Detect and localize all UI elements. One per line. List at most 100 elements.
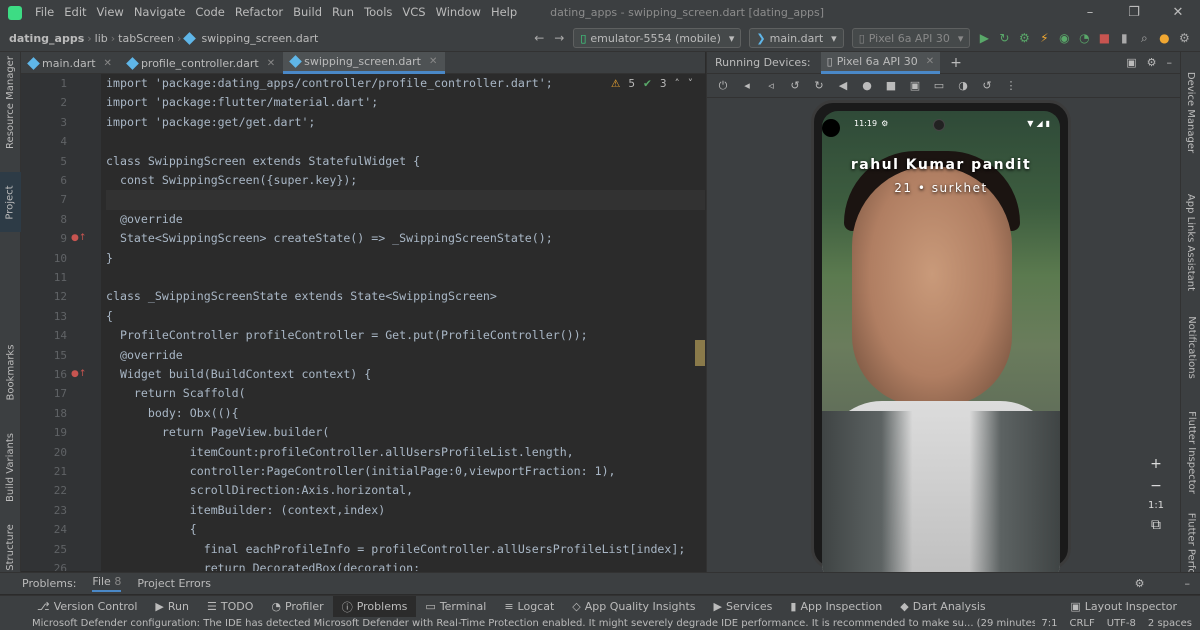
code-line[interactable]: } xyxy=(106,249,113,268)
code-line[interactable]: return DecoratedBox(decoration: xyxy=(106,559,420,571)
menu-view[interactable]: View xyxy=(92,0,129,25)
notifications-tab[interactable]: Notifications xyxy=(1181,307,1200,387)
breadcrumb-tabscreen[interactable]: tabScreen xyxy=(115,32,177,45)
reset-icon[interactable]: ↺ xyxy=(979,78,995,94)
code-line[interactable]: final eachProfileInfo = profileControlle… xyxy=(106,540,686,559)
device-manager-tab[interactable]: Device Manager xyxy=(1181,62,1200,162)
profiler-tab[interactable]: ◔ Profiler xyxy=(262,596,332,618)
code-editor[interactable]: 1 2 3 4 5 6 7 8 9 10 11 12 13 14 15 16 17 18 19 20 21 22 23 24 2… xyxy=(21,74,705,571)
caret-position[interactable]: 7:1 xyxy=(1041,618,1057,629)
code-line[interactable]: itemCount:profileController.allUsersProf… xyxy=(106,443,574,462)
menu-file[interactable]: File xyxy=(30,0,59,25)
todo-tab[interactable]: ☰ TODO xyxy=(198,596,262,618)
attach-debugger-icon[interactable]: ◉ xyxy=(1054,28,1074,48)
menu-build[interactable]: Build xyxy=(288,0,327,25)
app-quality-insights-tab[interactable]: ◇ App Quality Insights xyxy=(563,596,704,618)
menu-edit[interactable]: Edit xyxy=(59,0,91,25)
profile-icon[interactable]: ◔ xyxy=(1074,28,1094,48)
code-line[interactable]: @override xyxy=(106,210,183,229)
emulator-screen[interactable]: 11:19 ⚙ ▼ ◢ ▮ rahul Kumar pandit 21 • su… xyxy=(822,111,1060,581)
tab-main-dart[interactable]: main.dart ✕ xyxy=(21,52,120,74)
add-device-icon[interactable]: + xyxy=(950,55,962,71)
code-line[interactable]: Widget build(BuildContext context) { xyxy=(106,365,371,384)
terminal-tab[interactable]: ▭ Terminal xyxy=(416,596,495,618)
dart-analysis-tab[interactable]: ◆ Dart Analysis xyxy=(891,596,994,618)
override-marker-icon[interactable]: ●↑ xyxy=(71,233,86,243)
power-icon[interactable]: ⏻ xyxy=(715,78,731,94)
menu-tools[interactable]: Tools xyxy=(359,0,397,25)
menu-code[interactable]: Code xyxy=(190,0,229,25)
breadcrumb-file[interactable]: swipping_screen.dart xyxy=(198,32,321,45)
tab-swipping-screen[interactable]: swipping_screen.dart ✕ xyxy=(283,52,446,74)
indent-setting[interactable]: 2 spaces xyxy=(1148,618,1192,629)
screen-record-icon[interactable]: ▭ xyxy=(931,78,947,94)
problems-file-tab[interactable]: File 8 xyxy=(92,575,122,592)
settings-icon[interactable]: ⚙ xyxy=(1147,56,1157,69)
back-icon[interactable]: ◀ xyxy=(835,78,851,94)
project-errors-tab[interactable]: Project Errors xyxy=(137,577,211,590)
hide-icon[interactable]: – xyxy=(1167,56,1173,69)
code-line[interactable]: import 'package:dating_apps/controller/p… xyxy=(106,74,553,93)
code-line[interactable]: class SwippingScreen extends StatefulWid… xyxy=(106,152,420,171)
code-line[interactable]: itemBuilder: (context,index) xyxy=(106,501,385,520)
code-line[interactable]: return Scaffold( xyxy=(106,384,246,403)
line-separator[interactable]: CRLF xyxy=(1069,618,1094,629)
search-icon[interactable]: ⌕ xyxy=(1134,28,1154,48)
volume-down-icon[interactable]: ◃ xyxy=(763,78,779,94)
menu-vcs[interactable]: VCS xyxy=(397,0,430,25)
override-marker-icon[interactable]: ●↑ xyxy=(71,369,86,379)
code-line[interactable]: class _SwippingScreenState extends State… xyxy=(106,287,497,306)
forward-arrow-icon[interactable]: → xyxy=(549,28,569,48)
project-tab[interactable]: Project xyxy=(0,172,21,232)
code-line[interactable] xyxy=(106,190,705,210)
flash-icon[interactable]: ⚡ xyxy=(1034,28,1054,48)
editor-scrollbar[interactable] xyxy=(693,74,705,571)
hot-reload-icon[interactable]: ↻ xyxy=(994,28,1014,48)
code-line[interactable]: State<SwippingScreen> createState() => _… xyxy=(106,229,553,248)
breadcrumb-lib[interactable]: lib xyxy=(92,32,111,45)
logcat-tab[interactable]: ≡ Logcat xyxy=(495,596,563,618)
back-arrow-icon[interactable]: ← xyxy=(529,28,549,48)
code-line[interactable]: @override xyxy=(106,346,183,365)
layout-inspector-tab[interactable]: ▣ Layout Inspector xyxy=(1061,596,1186,618)
code-line[interactable]: { xyxy=(106,307,113,326)
rotate-left-icon[interactable]: ↺ xyxy=(787,78,803,94)
avd-selector[interactable]: ▯ Pixel 6a API 30 ▾ xyxy=(851,28,971,48)
menu-window[interactable]: Window xyxy=(431,0,486,25)
volume-up-icon[interactable]: ◂ xyxy=(739,78,755,94)
overview-icon[interactable]: ■ xyxy=(883,78,899,94)
code-line[interactable]: ProfileController profileController = Ge… xyxy=(106,326,588,345)
tab-profile-controller[interactable]: profile_controller.dart ✕ xyxy=(120,52,283,74)
stop-icon[interactable]: ■ xyxy=(1094,28,1114,48)
zoom-actual-button[interactable]: 1:1 xyxy=(1148,500,1164,511)
updates-icon[interactable]: ● xyxy=(1154,28,1174,48)
bookmarks-tab[interactable]: Bookmarks xyxy=(0,342,21,402)
run-icon[interactable]: ▶ xyxy=(974,28,994,48)
file-encoding[interactable]: UTF-8 xyxy=(1107,618,1136,629)
menu-help[interactable]: Help xyxy=(486,0,522,25)
flutter-inspector-tab[interactable]: Flutter Inspector xyxy=(1181,407,1200,497)
inspection-widget[interactable]: ⚠ 5 ✔ 3 ˄ ˅ xyxy=(611,78,693,90)
zoom-out-button[interactable]: − xyxy=(1150,478,1162,494)
screenshot-icon[interactable]: ▣ xyxy=(907,78,923,94)
code-line[interactable]: scrollDirection:Axis.horizontal, xyxy=(106,481,413,500)
debug-icon[interactable]: ⚙ xyxy=(1014,28,1034,48)
restore-icon[interactable]: ❐ xyxy=(1112,0,1156,25)
code-line[interactable]: body: Obx((){ xyxy=(106,404,239,423)
layout-icon[interactable]: ▣ xyxy=(1126,56,1136,69)
problems-tab[interactable]: ⓘ Problems xyxy=(332,595,417,618)
hide-icon[interactable]: – xyxy=(1185,577,1191,590)
breadcrumb-project[interactable]: dating_apps xyxy=(6,32,87,45)
extended-controls-icon[interactable]: ⋮ xyxy=(1003,78,1019,94)
services-tab[interactable]: ▶ Services xyxy=(705,596,782,618)
zoom-in-button[interactable]: + xyxy=(1150,456,1162,472)
menu-run[interactable]: Run xyxy=(327,0,359,25)
settings-icon[interactable]: ⚙ xyxy=(1135,577,1145,590)
app-links-assistant-tab[interactable]: App Links Assistant xyxy=(1181,177,1200,307)
run-config-selector[interactable]: ❯ main.dart ▾ xyxy=(749,28,844,48)
version-control-tab[interactable]: ⎇ Version Control xyxy=(28,596,146,618)
resource-manager-tab[interactable]: Resource Manager xyxy=(0,52,21,152)
menu-refactor[interactable]: Refactor xyxy=(230,0,288,25)
code-line[interactable]: return PageView.builder( xyxy=(106,423,330,442)
device-tab[interactable]: ▯ Pixel 6a API 30 ✕ xyxy=(820,51,941,74)
